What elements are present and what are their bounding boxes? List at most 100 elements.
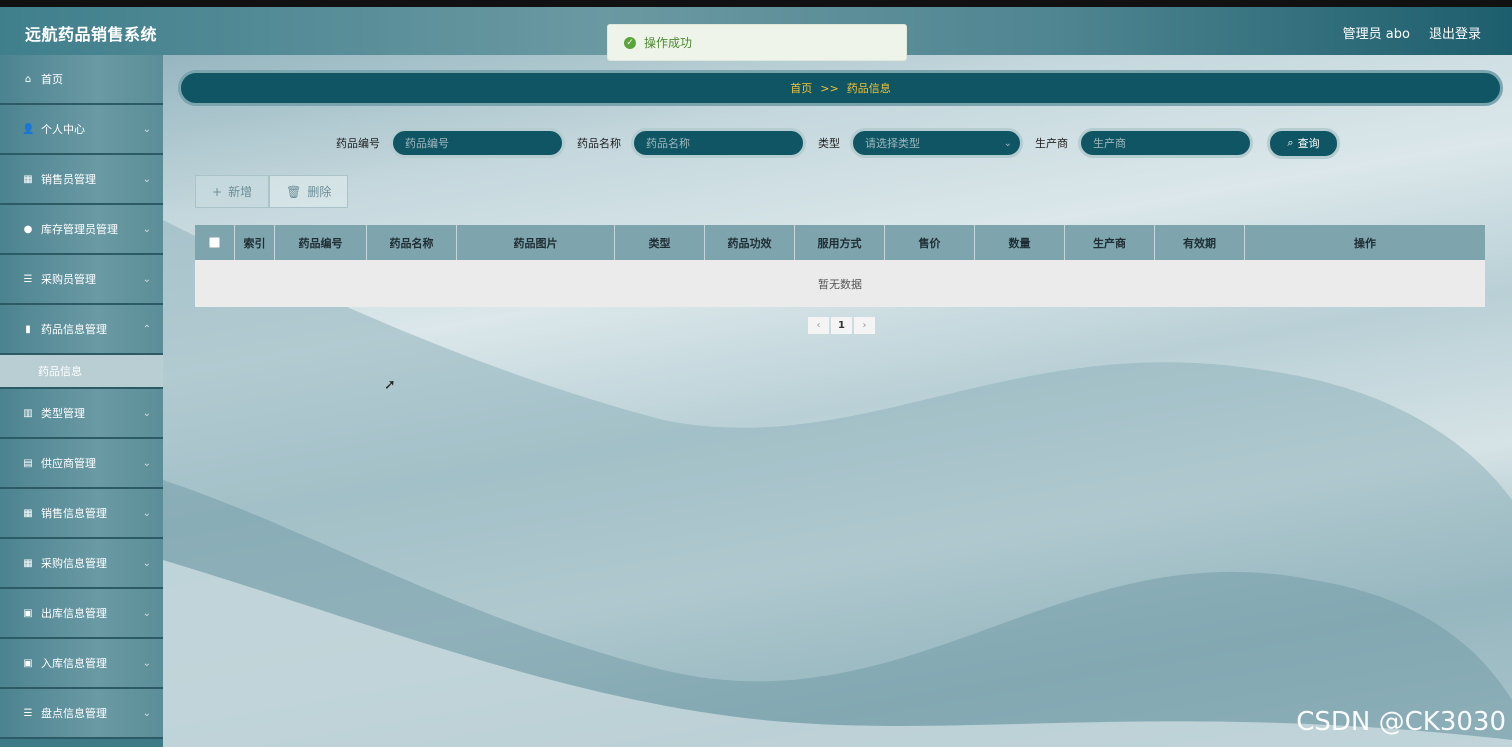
sidebar-item-personal-center[interactable]: 👤 个人中心 ⌄ (0, 105, 163, 155)
chevron-down-icon: ⌄ (142, 508, 151, 519)
sidebar-item-supplier[interactable]: ▤ 供应商管理 ⌄ (0, 439, 163, 489)
chevron-down-icon: ⌄ (142, 408, 151, 419)
add-button-label: 新增 (228, 185, 253, 199)
thumb-icon: ▮ (25, 323, 31, 335)
column-header: 服用方式 (795, 225, 885, 260)
clipboard-icon: ▣ (23, 657, 33, 669)
header-user-area: 管理员 abo 退出登录 (1343, 23, 1481, 42)
chevron-down-icon: ⌄ (142, 224, 151, 235)
app-title: 远航药品销售系统 (25, 25, 158, 44)
drug-name-input[interactable]: 药品名称 (631, 128, 806, 158)
sidebar-item-label: 销售信息管理 (41, 507, 107, 520)
select-all-checkbox[interactable] (209, 237, 220, 248)
drug-table: 索引 药品编号 药品名称 药品图片 类型 药品功效 服用方式 售价 数量 生产商… (195, 225, 1485, 307)
column-header: 索引 (235, 225, 275, 260)
grid-icon: ▦ (23, 507, 33, 519)
sidebar-item-salesperson[interactable]: ▦ 销售员管理 ⌄ (0, 155, 163, 205)
table-empty-state: 暂无数据 (195, 260, 1485, 307)
delete-button[interactable]: 🗑 删除 (269, 175, 349, 208)
sidebar-item-inbound-info[interactable]: ▣ 入库信息管理 ⌄ (0, 639, 163, 689)
sidebar-subitem-drug-info[interactable]: 药品信息 (0, 355, 163, 389)
column-header: 数量 (975, 225, 1065, 260)
sidebar-item-label: 供应商管理 (41, 457, 96, 470)
column-header: 药品功效 (705, 225, 795, 260)
grid-icon: ▦ (23, 173, 33, 185)
select-all-checkbox-cell (195, 225, 235, 260)
chevron-down-icon: ⌄ (142, 174, 151, 185)
sidebar-item-label: 入库信息管理 (41, 657, 107, 670)
chevron-up-icon: ⌃ (142, 324, 151, 335)
breadcrumb-home-link[interactable]: 首页 (790, 80, 812, 96)
prev-page-button[interactable]: ‹ (808, 317, 829, 334)
check-circle-icon: ✓ (624, 36, 636, 49)
chevron-down-icon: ⌄ (142, 274, 151, 285)
briefcase-icon: ▤ (23, 457, 33, 469)
list-icon: ☰ (23, 273, 33, 285)
bar-chart-icon: ▥ (23, 407, 33, 419)
sidebar-item-purchase-info[interactable]: ▦ 采购信息管理 ⌄ (0, 539, 163, 589)
sidebar-item-label: 采购信息管理 (41, 557, 107, 570)
trash-icon: 🗑 (286, 184, 302, 199)
chevron-down-icon: ⌄ (142, 124, 151, 135)
column-header: 药品名称 (367, 225, 457, 260)
sidebar-item-label: 库存管理员管理 (41, 223, 118, 236)
column-header: 药品编号 (275, 225, 367, 260)
type-label: 类型 (818, 137, 840, 150)
sidebar-item-label: 采购员管理 (41, 273, 96, 286)
list-icon: ☰ (23, 707, 33, 719)
type-select[interactable]: 请选择类型 ⌄ (850, 128, 1023, 158)
watermark: CSDN @CK3030 (1296, 707, 1506, 737)
admin-user-label[interactable]: 管理员 abo (1343, 23, 1410, 42)
query-button[interactable]: ⌕ 查询 (1267, 127, 1340, 159)
user-icon: 👤 (22, 123, 35, 135)
sidebar-item-label: 首页 (41, 73, 63, 86)
sidebar-item-label: 类型管理 (41, 407, 85, 420)
clipboard-icon: ▣ (23, 607, 33, 619)
grid-icon: ▦ (23, 557, 33, 569)
sidebar-item-home[interactable]: ⌂ 首页 (0, 55, 163, 105)
drug-code-input[interactable]: 药品编号 (390, 128, 565, 158)
sidebar-item-label: 销售员管理 (41, 173, 96, 186)
sidebar-item-label: 盘点信息管理 (41, 707, 107, 720)
pagination: ‹ 1 › (808, 317, 875, 334)
next-page-button[interactable]: › (854, 317, 875, 334)
search-icon: ⌕ (1287, 136, 1294, 149)
table-actions: + 新增 🗑 删除 (195, 175, 349, 208)
search-form: 药品编号 药品编号 药品名称 药品名称 类型 请选择类型 ⌄ 生产商 生产商 ⌕… (336, 127, 1340, 159)
column-header: 售价 (885, 225, 975, 260)
sidebar-item-label: 药品信息管理 (41, 323, 107, 336)
manufacturer-input[interactable]: 生产商 (1078, 128, 1253, 158)
page-number-button[interactable]: 1 (831, 317, 852, 334)
plus-icon: + (212, 184, 223, 199)
drug-code-label: 药品编号 (336, 137, 380, 150)
type-select-placeholder: 请选择类型 (865, 137, 920, 150)
chevron-down-icon: ⌄ (1003, 137, 1012, 149)
add-button[interactable]: + 新增 (195, 175, 270, 208)
sidebar-item-inventory-admin[interactable]: ● 库存管理员管理 ⌄ (0, 205, 163, 255)
sidebar-item-outbound-info[interactable]: ▣ 出库信息管理 ⌄ (0, 589, 163, 639)
sidebar-item-label: 出库信息管理 (41, 607, 107, 620)
sidebar-item-stocktake-info[interactable]: ☰ 盘点信息管理 ⌄ (0, 689, 163, 739)
delete-button-label: 删除 (307, 185, 332, 199)
sidebar-item-sales-info[interactable]: ▦ 销售信息管理 ⌄ (0, 489, 163, 539)
table-header: 索引 药品编号 药品名称 药品图片 类型 药品功效 服用方式 售价 数量 生产商… (195, 225, 1485, 260)
chevron-down-icon: ⌄ (142, 458, 151, 469)
sidebar: ⌂ 首页 👤 个人中心 ⌄ ▦ 销售员管理 ⌄ ● 库存管理员管理 ⌄ ☰ 采购员管理 ⌄ ▮ 药品… (0, 55, 163, 747)
column-header: 类型 (615, 225, 705, 260)
manufacturer-label: 生产商 (1035, 137, 1068, 150)
column-header: 药品图片 (457, 225, 615, 260)
sidebar-item-label: 个人中心 (41, 123, 85, 136)
column-header: 生产商 (1065, 225, 1155, 260)
home-icon: ⌂ (24, 73, 32, 85)
column-header: 操作 (1354, 236, 1376, 250)
top-edge-bar (0, 0, 1512, 7)
sidebar-item-type[interactable]: ▥ 类型管理 ⌄ (0, 389, 163, 439)
chevron-down-icon: ⌄ (142, 558, 151, 569)
column-header: 有效期 (1155, 225, 1245, 260)
chevron-down-icon: ⌄ (142, 608, 151, 619)
logout-button[interactable]: 退出登录 (1429, 23, 1481, 42)
sidebar-item-drug-info-mgmt[interactable]: ▮ 药品信息管理 ⌃ (0, 305, 163, 355)
sidebar-item-purchaser[interactable]: ☰ 采购员管理 ⌄ (0, 255, 163, 305)
success-toast: ✓ 操作成功 (607, 24, 907, 61)
drug-name-label: 药品名称 (577, 137, 621, 150)
